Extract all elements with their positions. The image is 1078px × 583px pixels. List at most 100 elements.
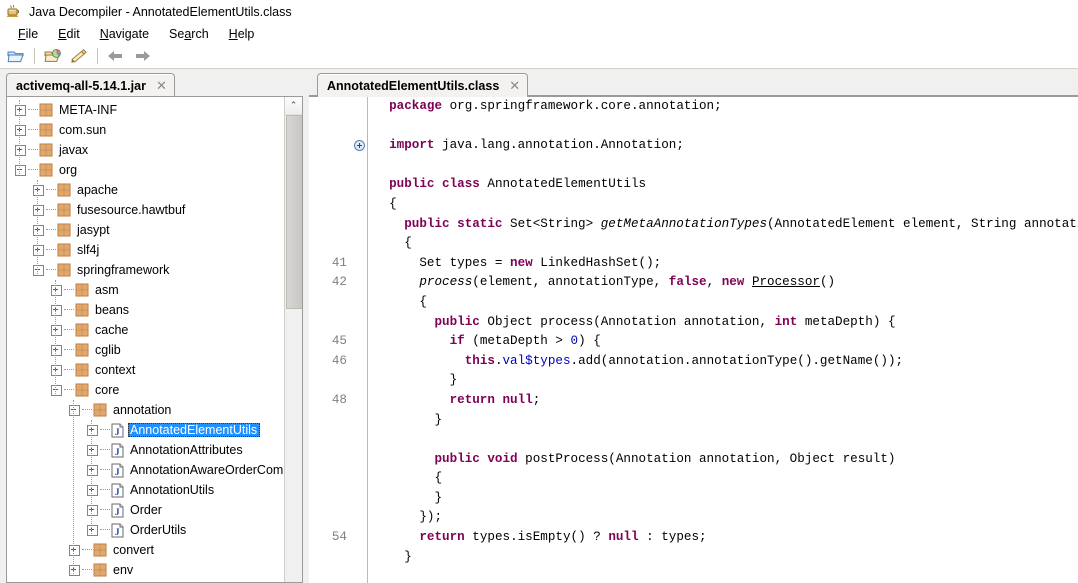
tree-package-item[interactable]: env bbox=[7, 560, 284, 580]
tree-connector bbox=[28, 109, 38, 111]
code-line: } bbox=[374, 411, 1078, 431]
code-token: public class bbox=[389, 177, 480, 192]
expand-toggle-icon[interactable] bbox=[51, 304, 62, 316]
line-number bbox=[309, 411, 353, 431]
line-number bbox=[309, 234, 353, 254]
package-icon bbox=[75, 303, 93, 317]
tree-package-item[interactable]: jasypt bbox=[7, 220, 284, 240]
tree-package-item[interactable]: cglib bbox=[7, 340, 284, 360]
tree-class-item[interactable]: J AnnotationAttributes bbox=[7, 440, 284, 460]
tree-package-item[interactable]: slf4j bbox=[7, 240, 284, 260]
tree-package-item[interactable]: annotation bbox=[7, 400, 284, 420]
tree-class-item[interactable]: J OrderUtils bbox=[7, 520, 284, 540]
tree-connector bbox=[64, 389, 74, 391]
tree-package-item[interactable]: beans bbox=[7, 300, 284, 320]
line-number bbox=[309, 371, 353, 391]
expand-toggle-icon[interactable] bbox=[87, 484, 98, 496]
open-recent-icon[interactable] bbox=[41, 45, 65, 67]
tree-package-item[interactable]: core bbox=[7, 380, 284, 400]
tree-package-item[interactable]: apache bbox=[7, 180, 284, 200]
fold-expand-icon[interactable] bbox=[354, 140, 365, 152]
line-number: 42 bbox=[331, 275, 347, 290]
tree-package-item[interactable]: fusesource.hawtbuf bbox=[7, 200, 284, 220]
tree-package-item[interactable]: META-INF bbox=[7, 100, 284, 120]
tree-package-item[interactable]: springframework bbox=[7, 260, 284, 280]
wand-icon[interactable] bbox=[67, 45, 91, 67]
tree-package-item[interactable]: org bbox=[7, 160, 284, 180]
svg-text:J: J bbox=[115, 527, 120, 537]
tree-class-item[interactable]: J AnnotationUtils bbox=[7, 480, 284, 500]
tree-item-label: javax bbox=[59, 142, 89, 157]
expand-toggle-icon[interactable] bbox=[87, 504, 98, 516]
source-code[interactable]: package org.springframework.core.annotat… bbox=[368, 97, 1078, 583]
collapse-toggle-icon[interactable] bbox=[33, 264, 44, 276]
tree-item-label: apache bbox=[77, 182, 119, 197]
expand-toggle-icon[interactable] bbox=[33, 224, 44, 236]
expand-toggle-icon[interactable] bbox=[33, 184, 44, 196]
package-icon bbox=[39, 123, 57, 137]
expand-toggle-icon[interactable] bbox=[51, 284, 62, 296]
tree-package-item[interactable]: javax bbox=[7, 140, 284, 160]
fold-slot bbox=[353, 293, 367, 313]
expand-toggle-icon[interactable] bbox=[87, 524, 98, 536]
tree-package-item[interactable]: asm bbox=[7, 280, 284, 300]
code-token: } bbox=[374, 412, 443, 427]
tab-annotatedelementutils-class[interactable]: AnnotatedElementUtils.class ✕ bbox=[317, 73, 529, 97]
menu-item-navigate[interactable]: Navigate bbox=[90, 27, 159, 41]
collapse-toggle-icon[interactable] bbox=[69, 404, 80, 416]
expand-toggle-icon[interactable] bbox=[87, 464, 98, 476]
code-line: return types.isEmpty() ? null : types; bbox=[374, 528, 1078, 548]
fold-slot bbox=[353, 567, 367, 583]
tree-class-item[interactable]: J Order bbox=[7, 500, 284, 520]
menu-item-edit[interactable]: Edit bbox=[48, 27, 90, 41]
tree-package-item[interactable]: com.sun bbox=[7, 120, 284, 140]
expand-toggle-icon[interactable] bbox=[33, 244, 44, 256]
svg-text:J: J bbox=[115, 427, 120, 437]
expand-toggle-icon[interactable] bbox=[87, 444, 98, 456]
collapse-toggle-icon[interactable] bbox=[51, 384, 62, 396]
line-number-gutter: 41424546485458 bbox=[309, 97, 353, 583]
tree-guide-line bbox=[73, 400, 74, 574]
tree-package-item[interactable]: context bbox=[7, 360, 284, 380]
tree-package-item[interactable]: cache bbox=[7, 320, 284, 340]
expand-toggle-icon[interactable] bbox=[51, 324, 62, 336]
scrollbar-thumb[interactable] bbox=[286, 115, 302, 309]
code-token: } bbox=[374, 490, 443, 505]
expand-toggle-icon[interactable] bbox=[15, 104, 26, 116]
tree-class-item[interactable]: J AnnotationAwareOrderCom bbox=[7, 460, 284, 480]
line-number bbox=[309, 313, 353, 333]
tree-class-item[interactable]: J AnnotatedElementUtils bbox=[7, 420, 284, 440]
menu-item-help[interactable]: Help bbox=[219, 27, 265, 41]
collapse-toggle-icon[interactable] bbox=[15, 164, 26, 176]
tree-item-label: jasypt bbox=[77, 222, 110, 237]
close-icon[interactable]: ✕ bbox=[156, 79, 167, 92]
expand-toggle-icon[interactable] bbox=[69, 544, 80, 556]
package-icon bbox=[39, 103, 57, 117]
fold-marker-column[interactable] bbox=[353, 97, 368, 583]
tree-connector bbox=[46, 209, 56, 211]
back-arrow-icon[interactable] bbox=[104, 45, 128, 67]
expand-toggle-icon[interactable] bbox=[51, 364, 62, 376]
code-line: import java.lang.annotation.Annotation; bbox=[374, 136, 1078, 156]
expand-toggle-icon[interactable] bbox=[15, 144, 26, 156]
menu-item-search[interactable]: Search bbox=[159, 27, 219, 41]
code-token: (AnnotatedElement element, String annota… bbox=[767, 216, 1078, 231]
expand-toggle-icon[interactable] bbox=[69, 564, 80, 576]
open-file-icon[interactable] bbox=[4, 45, 28, 67]
forward-arrow-icon[interactable] bbox=[130, 45, 154, 67]
package-tree[interactable]: META-INF com.sun javax org apache fusesource.… bbox=[7, 97, 284, 582]
tree-item-label: cache bbox=[95, 322, 129, 337]
scroll-up-icon[interactable]: ⌃ bbox=[285, 97, 302, 115]
expand-toggle-icon[interactable] bbox=[33, 204, 44, 216]
tab-activemq-jar[interactable]: activemq-all-5.14.1.jar ✕ bbox=[6, 73, 175, 97]
code-line: package org.springframework.core.annotat… bbox=[374, 97, 1078, 117]
tree-scrollbar[interactable]: ⌃ bbox=[284, 97, 302, 582]
expand-toggle-icon[interactable] bbox=[51, 344, 62, 356]
expand-toggle-icon[interactable] bbox=[15, 124, 26, 136]
code-view[interactable]: 41424546485458 package org.springframewo… bbox=[309, 96, 1078, 583]
menu-item-file[interactable]: File bbox=[8, 27, 48, 41]
expand-toggle-icon[interactable] bbox=[87, 424, 98, 436]
close-icon[interactable]: ✕ bbox=[509, 79, 520, 92]
fold-slot bbox=[353, 508, 367, 528]
tree-package-item[interactable]: convert bbox=[7, 540, 284, 560]
